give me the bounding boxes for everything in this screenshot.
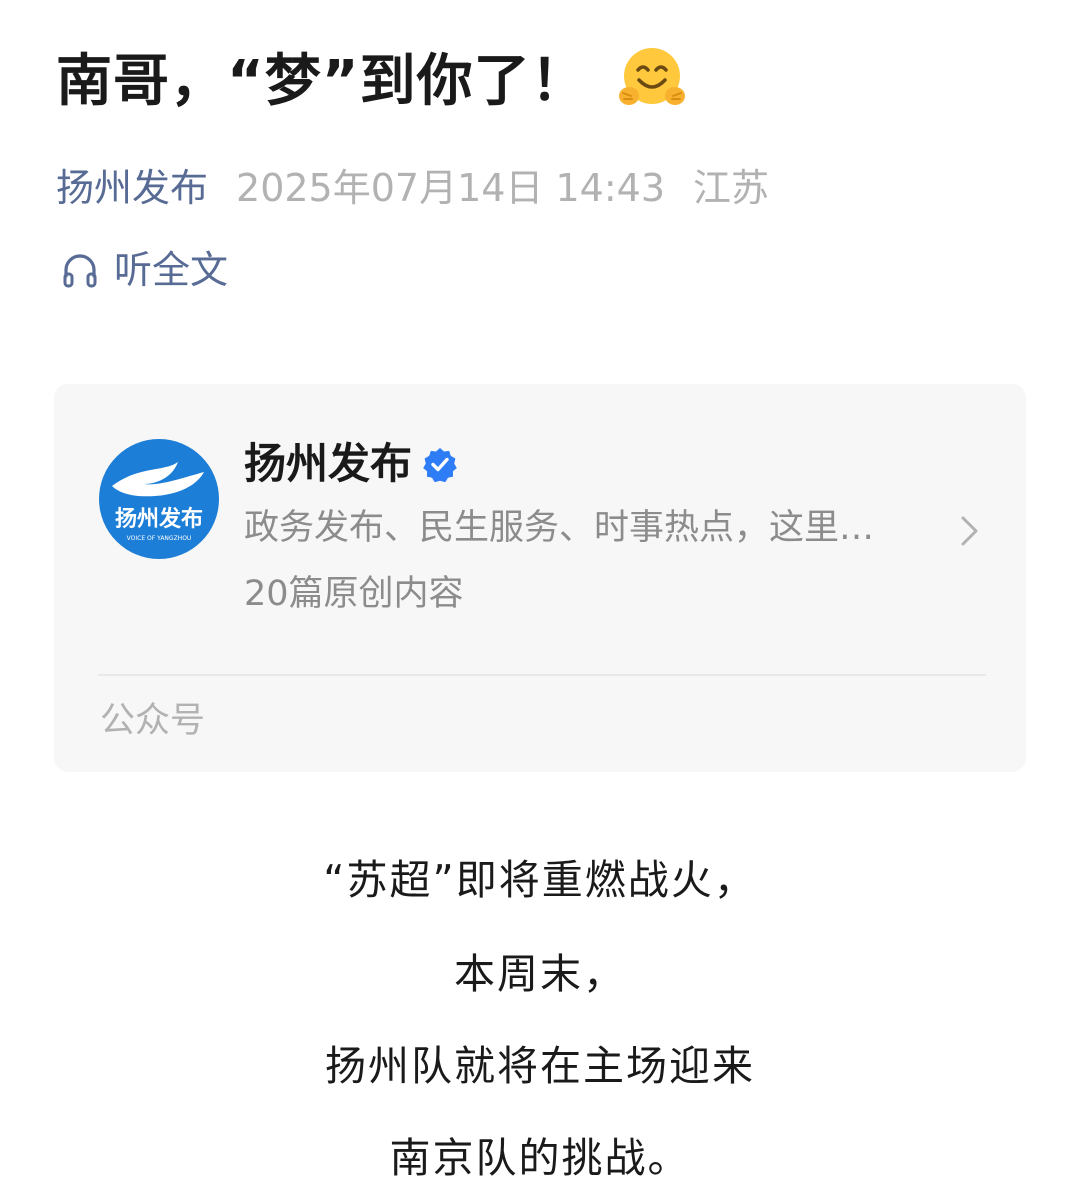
account-logo: 扬州发布 VOICE OF YANGZHOU [99, 439, 219, 559]
original-count: 20篇原创内容 [244, 574, 464, 614]
account-name: 扬州发布 [244, 436, 458, 492]
account-description: 政务发布、民生服务、时事热点，这里… [244, 508, 875, 548]
logo-text: 扬州发布 [115, 506, 203, 532]
card-divider [98, 674, 986, 676]
publish-location: 江苏 [693, 166, 770, 210]
body-line-4: 南京队的挑战。 [389, 1134, 691, 1182]
headphones-icon [63, 254, 97, 288]
logo-subtext: VOICE OF YANGZHOU [127, 535, 192, 542]
article-page: 南哥，“梦”到你了！ 扬州发布 2025年07月14日 14:43 江苏 听全文 [0, 0, 1080, 1190]
listen-label: 听全文 [114, 248, 229, 292]
author-link[interactable]: 扬州发布 [56, 166, 208, 210]
listen-full-text-button[interactable]: 听全文 [60, 246, 228, 294]
account-card[interactable]: 扬州发布 VOICE OF YANGZHOU 扬州发布 政务发布、民生服务、时事… [54, 384, 1026, 772]
chevron-right-icon [961, 516, 978, 546]
verified-badge-icon [423, 448, 457, 482]
body-line-2: 本周末， [454, 950, 626, 998]
account-type-label: 公众号 [100, 701, 206, 741]
article-title-text: 南哥，“梦”到你了！ [56, 49, 588, 114]
article-meta: 扬州发布 2025年07月14日 14:43 江苏 [56, 164, 769, 212]
article-title: 南哥，“梦”到你了！ [56, 44, 686, 120]
body-line-1: “苏超”即将重燃战火， [323, 856, 757, 904]
body-line-3: 扬州队就将在主场迎来 [325, 1042, 755, 1090]
publish-date: 2025年07月14日 14:43 [236, 166, 666, 210]
account-name-text: 扬州发布 [244, 439, 413, 488]
hugging-face-emoji-icon [618, 46, 686, 110]
